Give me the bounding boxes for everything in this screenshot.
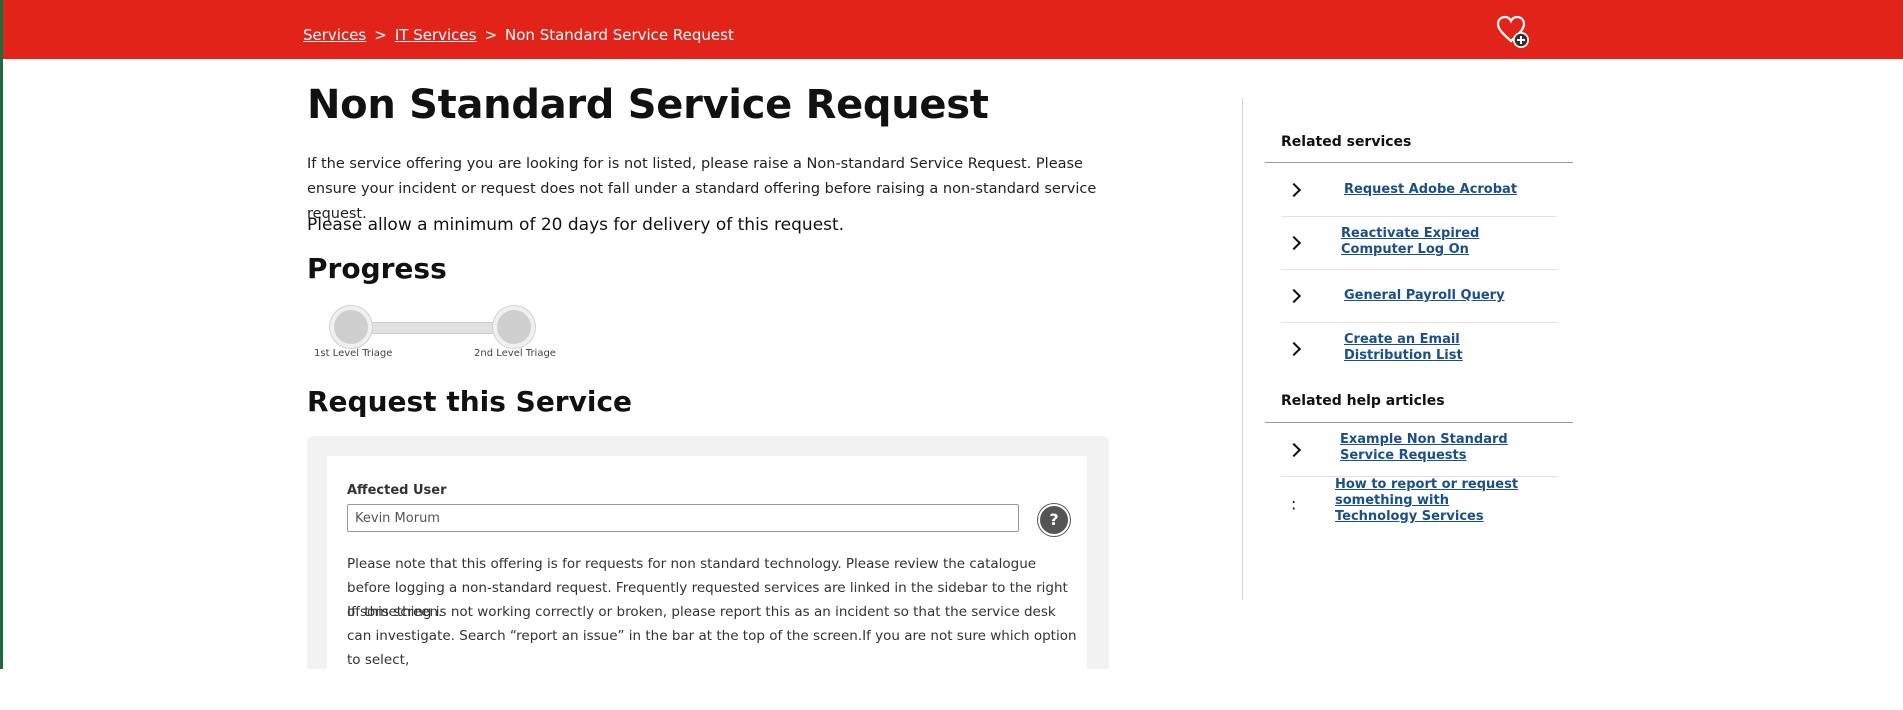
progress-step-1 bbox=[330, 306, 372, 348]
breadcrumb-separator: > bbox=[374, 26, 387, 44]
affected-user-label: Affected User bbox=[347, 483, 447, 498]
chevron-right-icon bbox=[1286, 235, 1302, 250]
incident-note: If something is not working correctly or… bbox=[347, 604, 1077, 668]
related-help-link[interactable]: How to report or request something with … bbox=[1335, 477, 1525, 525]
related-help-heading: Related help articles bbox=[1281, 393, 1445, 409]
progress-step-2 bbox=[493, 306, 535, 348]
related-service-link[interactable]: Create an Email Distribution List bbox=[1344, 332, 1534, 364]
related-service-item[interactable]: Create an Email Distribution List bbox=[1281, 322, 1557, 375]
heart-plus-icon bbox=[1496, 15, 1529, 48]
chevron-right-icon bbox=[1286, 288, 1302, 303]
sidebar-divider bbox=[1242, 98, 1243, 600]
request-form-card: Affected User ? Please note that this of… bbox=[327, 456, 1087, 686]
related-help-item[interactable]: : How to report or request something wit… bbox=[1281, 476, 1557, 532]
request-form: Affected User ? Please note that this of… bbox=[307, 436, 1109, 686]
related-service-link[interactable]: Reactivate Expired Computer Log On bbox=[1341, 226, 1531, 258]
related-help-item[interactable]: Example Non Standard Service Requests bbox=[1281, 423, 1557, 477]
progress-step-1-label: 1st Level Triage bbox=[314, 348, 393, 359]
related-service-item[interactable]: Reactivate Expired Computer Log On bbox=[1281, 216, 1557, 270]
breadcrumb: Services > IT Services > Non Standard Servic… bbox=[303, 26, 734, 44]
related-service-item[interactable]: Request Adobe Acrobat bbox=[1281, 163, 1557, 217]
progress-step-2-label: 2nd Level Triage bbox=[474, 348, 556, 359]
page-bottom bbox=[0, 669, 1903, 710]
left-accent-bar bbox=[0, 0, 3, 669]
progress-heading: Progress bbox=[307, 252, 447, 285]
related-service-link[interactable]: General Payroll Query bbox=[1344, 288, 1505, 304]
affected-user-field[interactable] bbox=[347, 504, 1019, 532]
related-services-heading: Related services bbox=[1281, 134, 1412, 150]
related-service-item[interactable]: General Payroll Query bbox=[1281, 269, 1557, 323]
delivery-notice: Please allow a minimum of 20 days for de… bbox=[307, 215, 845, 235]
header-bar bbox=[3, 0, 1903, 59]
breadcrumb-it-services[interactable]: IT Services bbox=[395, 26, 477, 44]
colon-icon: : bbox=[1291, 494, 1297, 514]
chevron-right-icon bbox=[1286, 341, 1302, 356]
related-service-link[interactable]: Request Adobe Acrobat bbox=[1344, 182, 1517, 198]
chevron-right-icon bbox=[1286, 182, 1302, 197]
help-icon[interactable]: ? bbox=[1038, 504, 1070, 536]
add-favorite-button[interactable] bbox=[1496, 14, 1532, 50]
chevron-right-icon bbox=[1286, 442, 1302, 457]
related-help-link[interactable]: Example Non Standard Service Requests bbox=[1340, 432, 1545, 464]
page-title: Non Standard Service Request bbox=[307, 82, 989, 128]
breadcrumb-separator: > bbox=[484, 26, 498, 44]
progress-tracker: 1st Level Triage 2nd Level Triage bbox=[310, 306, 560, 366]
request-heading: Request this Service bbox=[307, 385, 633, 418]
breadcrumb-services[interactable]: Services bbox=[303, 26, 366, 44]
breadcrumb-current: Non Standard Service Request bbox=[505, 26, 734, 44]
